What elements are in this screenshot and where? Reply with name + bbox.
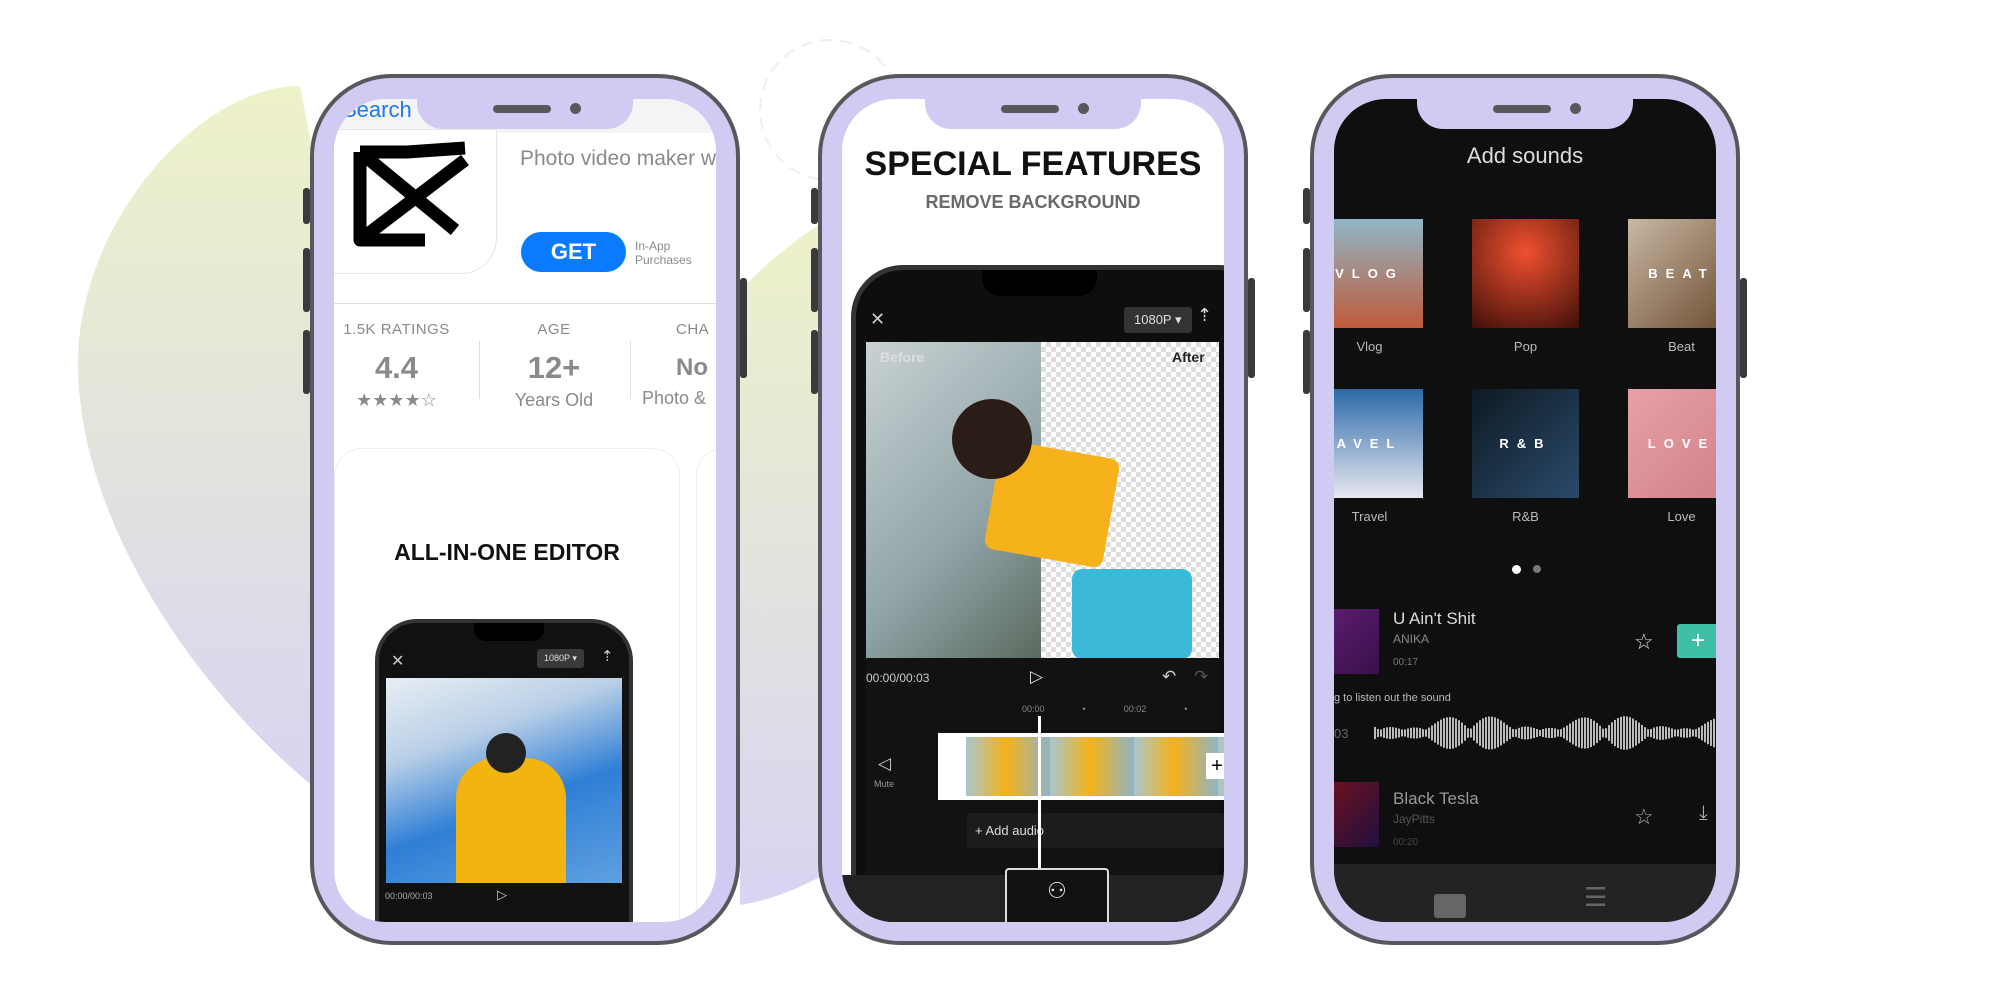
remove-background-tool[interactable]: ⚇: [1005, 868, 1109, 922]
timecode: 00:00/00:03: [866, 671, 930, 685]
phone-add-sounds: Add sounds VLOG Vlog Pop BEAT Beat AVEL Travel…: [1303, 74, 1747, 945]
preview-image: [386, 678, 622, 883]
sound-category-label: Love: [1667, 509, 1696, 524]
timeline-ruler: 00:00 • 00:02 •: [1022, 704, 1188, 714]
video-clip-track[interactable]: +: [938, 733, 1224, 800]
sound-category-tile[interactable]: AVEL: [1334, 389, 1423, 498]
folder-icon[interactable]: [1434, 894, 1466, 918]
song-cover: [1334, 782, 1379, 847]
feature-subtitle: REMOVE BACKGROUND: [925, 192, 1141, 212]
phone-remove-background: SPECIAL FEATURES REMOVE BACKGROUND ✕ 108…: [811, 74, 1255, 945]
bottom-tab-bar: ☰: [1334, 864, 1716, 922]
export-icon[interactable]: ⇡: [1197, 305, 1212, 326]
playhead[interactable]: [1038, 716, 1041, 871]
add-sound-button[interactable]: +: [1677, 624, 1716, 658]
sound-category-tile[interactable]: [1472, 219, 1579, 328]
speaker-icon[interactable]: ◁: [878, 754, 891, 774]
favorites-list-icon[interactable]: ☰: [1584, 884, 1607, 910]
export-icon: ⇡: [601, 648, 614, 665]
audio-waveform[interactable]: [1334, 711, 1716, 755]
feature-screen: SPECIAL FEATURES REMOVE BACKGROUND ✕ 108…: [842, 99, 1224, 922]
sounds-title: Add sounds: [1466, 143, 1584, 168]
feature-title: SPECIAL FEATURES: [864, 145, 1202, 183]
song-title[interactable]: Black Tesla: [1393, 789, 1479, 809]
sound-category-tile[interactable]: VLOG: [1334, 219, 1423, 328]
sound-category-label: Beat: [1668, 339, 1695, 354]
page-dot-active[interactable]: [1512, 565, 1521, 574]
phone-app-store: Search Photo video maker w GET In-App Pur…: [303, 74, 747, 945]
redo-icon[interactable]: ↷: [1194, 667, 1208, 687]
add-audio-button[interactable]: + Add audio: [967, 813, 1224, 848]
page-dot[interactable]: [1533, 565, 1541, 573]
close-icon[interactable]: ✕: [870, 309, 885, 330]
favorite-star-icon[interactable]: ☆: [1634, 804, 1654, 830]
app-store-screen: Search Photo video maker w GET In-App Pur…: [334, 99, 716, 922]
sound-category-tile[interactable]: R&B: [1472, 389, 1579, 498]
mini-phone-editor: ✕ 1080P ▾ ⇡ 00:00/00:03 ▷: [375, 619, 633, 922]
back-search-link[interactable]: Search: [342, 99, 412, 123]
undo-icon[interactable]: ↶: [1162, 667, 1176, 687]
age-stat: AGE 12+ Years Old: [514, 321, 594, 410]
add-clip-icon: +: [1206, 753, 1224, 779]
capcut-app-icon: [334, 129, 497, 274]
star-rating-icon: ★★★★☆: [356, 390, 437, 410]
card-title: ALL-IN-ONE EDITOR: [394, 539, 620, 565]
song-cover: [1334, 609, 1379, 674]
sound-category-label: Vlog: [1356, 339, 1383, 354]
sound-category-tile[interactable]: BEAT: [1628, 219, 1716, 328]
waveform-hint: g to listen out the sound: [1334, 692, 1451, 704]
capcut-logo-icon: [353, 141, 469, 247]
play-icon: ▷: [497, 887, 507, 902]
sounds-screen: Add sounds VLOG Vlog Pop BEAT Beat AVEL Travel…: [1334, 99, 1716, 922]
sound-category-tile[interactable]: LOVE: [1628, 389, 1716, 498]
close-icon: ✕: [391, 653, 405, 670]
screenshot-card-next[interactable]: [696, 448, 716, 922]
download-icon[interactable]: ⤓: [1699, 802, 1708, 825]
get-button[interactable]: GET: [521, 232, 626, 272]
in-app-purchases-note: In-App Purchases: [635, 239, 692, 267]
resolution-dropdown[interactable]: 1080P ▾: [1124, 307, 1192, 333]
chart-stat: CHA No Photo &: [642, 321, 710, 408]
ratings-stat: 1.5K RATINGS 4.4 ★★★★☆: [334, 321, 459, 411]
sound-category-label: Travel: [1351, 509, 1388, 524]
sound-category-label: Pop: [1513, 339, 1538, 354]
sound-category-label: R&B: [1512, 509, 1539, 524]
song-title[interactable]: U Ain't Shit: [1393, 609, 1476, 629]
app-subtitle: Photo video maker w: [520, 147, 716, 170]
play-button[interactable]: ▷: [1030, 667, 1043, 687]
favorite-star-icon[interactable]: ☆: [1634, 629, 1654, 655]
resolution-dropdown[interactable]: 1080P ▾: [537, 649, 584, 668]
